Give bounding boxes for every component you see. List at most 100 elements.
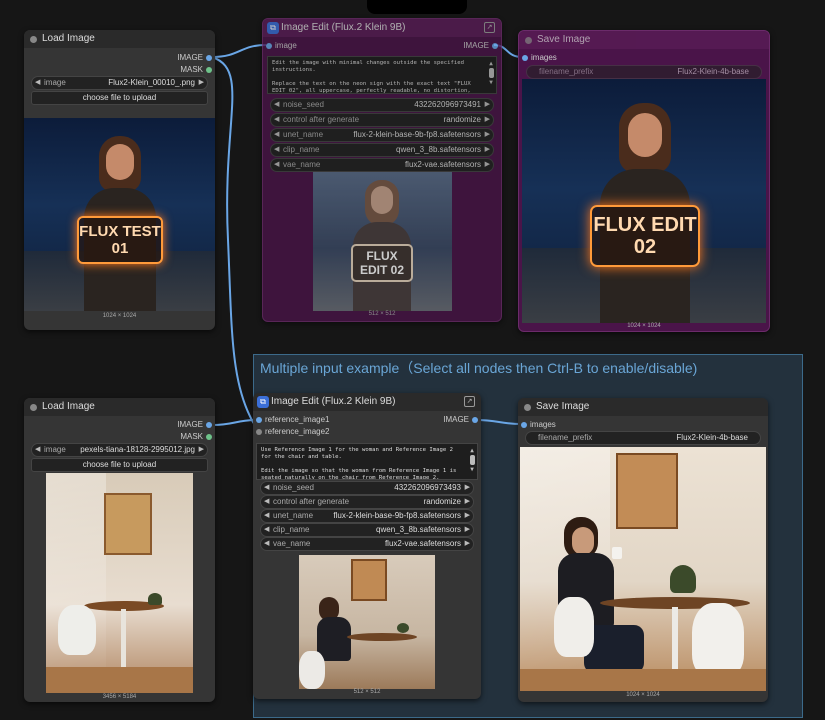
arrow-right-icon[interactable]: ▶ <box>485 114 490 126</box>
node-title[interactable]: Load Image <box>24 398 215 416</box>
upload-button[interactable]: choose file to upload <box>31 458 208 472</box>
output-port-mask[interactable]: MASK <box>24 431 215 443</box>
scroll-up-icon[interactable]: ▲ <box>469 447 475 454</box>
prompt-textarea[interactable]: Use Reference Image 1 for the woman and … <box>256 443 478 480</box>
input-port-reference-image1[interactable]: reference_image1 IMAGE <box>253 414 481 426</box>
scroll-up-icon[interactable]: ▲ <box>488 60 494 67</box>
arrow-left-icon[interactable]: ◀ <box>264 538 269 550</box>
widget-unet-name[interactable]: ◀ unet_name flux-2-klein-base-9b-fp8.safet… <box>270 128 494 142</box>
arrow-right-icon[interactable]: ▶ <box>485 129 490 141</box>
arrow-left-icon[interactable]: ◀ <box>35 77 40 89</box>
port-dot-icon[interactable] <box>472 417 478 423</box>
port-dot-icon[interactable] <box>522 55 528 61</box>
textarea-scrollbar[interactable]: ▲ ▼ <box>469 447 475 476</box>
widget-unet-name[interactable]: ◀ unet_name flux-2-klein-base-9b-fp8.safet… <box>260 509 474 523</box>
arrow-left-icon[interactable]: ◀ <box>274 129 279 141</box>
port-label: IMAGE <box>177 420 203 429</box>
node-title[interactable]: ⧉ Image Edit (Flux.2 Klein 9B) ↗ <box>253 393 481 411</box>
arrow-right-icon[interactable]: ▶ <box>485 144 490 156</box>
arrow-left-icon[interactable]: ◀ <box>274 159 279 171</box>
arrow-right-icon[interactable]: ▶ <box>199 444 204 456</box>
widget-vae-name[interactable]: ◀ vae_name flux2-vae.safetensors ▶ <box>270 158 494 172</box>
image-combo-widget[interactable]: ◀ image pexels-tiana-18128-2995012.jpg ▶ <box>31 443 208 457</box>
node-load-image-bottom[interactable]: Load Image IMAGE MASK ◀ image pexels-tia… <box>24 398 215 702</box>
widget-label: filename_prefix <box>539 67 594 76</box>
textarea-scrollbar[interactable]: ▲ ▼ <box>488 60 494 90</box>
input-port-images[interactable]: images <box>518 419 768 431</box>
chair-shape <box>299 651 325 689</box>
widget-value: qwen_3_8b.safetensors <box>376 525 461 534</box>
port-dot-icon[interactable] <box>256 417 262 423</box>
upload-button[interactable]: choose file to upload <box>31 91 208 105</box>
arrow-left-icon[interactable]: ◀ <box>274 114 279 126</box>
port-dot-icon[interactable] <box>256 429 262 435</box>
widget-clip-name[interactable]: ◀ clip_name qwen_3_8b.safetensors ▶ <box>260 523 474 537</box>
node-image-edit-top[interactable]: ⧉ Image Edit (Flux.2 Klein 9B) ↗ image IMAG… <box>262 18 502 322</box>
widget-control-after-generate[interactable]: ◀ control after generate randomize ▶ <box>260 495 474 509</box>
prompt-text: Edit the image with minimal changes outs… <box>272 60 471 94</box>
arrow-right-icon[interactable]: ▶ <box>199 77 204 89</box>
arrow-left-icon[interactable]: ◀ <box>264 510 269 522</box>
image-dimensions: 3456 × 5184 <box>102 694 137 700</box>
widget-noise-seed[interactable]: ◀ noise_seed 432262096973491 ▶ <box>270 98 494 112</box>
output-port-image[interactable]: IMAGE <box>24 419 215 431</box>
chair-shape <box>554 597 594 657</box>
port-dot-icon[interactable] <box>266 43 272 49</box>
input-port-image[interactable]: image IMAGE <box>263 40 501 52</box>
arrow-left-icon[interactable]: ◀ <box>35 444 40 456</box>
port-dot-icon[interactable] <box>492 43 498 49</box>
arrow-right-icon[interactable]: ▶ <box>465 496 470 508</box>
port-dot-icon[interactable] <box>206 67 212 73</box>
input-port-reference-image2[interactable]: reference_image2 <box>253 426 481 438</box>
node-title[interactable]: ⧉ Image Edit (Flux.2 Klein 9B) ↗ <box>263 19 501 37</box>
node-save-image-bottom[interactable]: Save Image images filename_prefix Flux2-K… <box>518 398 768 702</box>
arrow-left-icon[interactable]: ◀ <box>264 482 269 494</box>
input-port-images[interactable]: images <box>519 52 769 64</box>
node-save-image-top[interactable]: Save Image images filename_prefix Flux2-K… <box>518 30 770 332</box>
node-title[interactable]: Save Image <box>518 398 768 416</box>
widget-filename-prefix[interactable]: filename_prefix Flux2-Klein-4b-base <box>525 431 761 445</box>
arrow-right-icon[interactable]: ▶ <box>485 99 490 111</box>
expand-icon[interactable]: ↗ <box>484 22 495 33</box>
scroll-down-icon[interactable]: ▼ <box>488 79 494 86</box>
node-title[interactable]: Load Image <box>24 30 215 48</box>
expand-icon[interactable]: ↗ <box>464 396 475 407</box>
port-dot-icon[interactable] <box>206 55 212 61</box>
node-image-edit-bottom[interactable]: ⧉ Image Edit (Flux.2 Klein 9B) ↗ reference… <box>253 393 481 699</box>
painting-shape <box>616 453 678 529</box>
scroll-thumb[interactable] <box>469 455 475 465</box>
widget-clip-name[interactable]: ◀ clip_name qwen_3_8b.safetensors ▶ <box>270 143 494 157</box>
arrow-left-icon[interactable]: ◀ <box>264 496 269 508</box>
workflow-canvas[interactable]: Multiple input example（Select all nodes … <box>0 0 825 720</box>
arrow-right-icon[interactable]: ▶ <box>485 159 490 171</box>
image-dimensions: 512 × 512 <box>368 311 396 317</box>
light-shape <box>46 473 106 693</box>
output-port-image[interactable]: IMAGE <box>24 52 215 64</box>
node-title[interactable]: Save Image <box>519 31 769 49</box>
widget-vae-name[interactable]: ◀ vae_name flux2-vae.safetensors ▶ <box>260 537 474 551</box>
image-combo-widget[interactable]: ◀ image Flux2-Klein_00010_.png ▶ <box>31 76 208 90</box>
widget-filename-prefix[interactable]: filename_prefix Flux2-Klein-4b-base <box>526 65 762 79</box>
arrow-left-icon[interactable]: ◀ <box>274 144 279 156</box>
node-load-image-top[interactable]: Load Image IMAGE MASK ◀ image Flux2-Klei… <box>24 30 215 330</box>
port-dot-icon[interactable] <box>206 422 212 428</box>
arrow-left-icon[interactable]: ◀ <box>264 524 269 536</box>
arrow-right-icon[interactable]: ▶ <box>465 510 470 522</box>
widget-noise-seed[interactable]: ◀ noise_seed 432262096973493 ▶ <box>260 481 474 495</box>
scroll-down-icon[interactable]: ▼ <box>469 466 475 473</box>
widget-label: filename_prefix <box>538 433 593 442</box>
arrow-right-icon[interactable]: ▶ <box>465 524 470 536</box>
node-title-label: Image Edit (Flux.2 Klein 9B) <box>271 396 396 407</box>
arrow-right-icon[interactable]: ▶ <box>465 482 470 494</box>
scroll-thumb[interactable] <box>488 68 494 78</box>
port-dot-icon[interactable] <box>521 422 527 428</box>
arrow-right-icon[interactable]: ▶ <box>465 538 470 550</box>
widget-label: control after generate <box>273 497 350 506</box>
port-dot-icon[interactable] <box>206 434 212 440</box>
image-preview: FLUX EDIT 02 <box>522 79 766 323</box>
arrow-left-icon[interactable]: ◀ <box>274 99 279 111</box>
output-port-mask[interactable]: MASK <box>24 64 215 76</box>
widget-control-after-generate[interactable]: ◀ control after generate randomize ▶ <box>270 113 494 127</box>
prompt-textarea[interactable]: Edit the image with minimal changes outs… <box>267 56 497 94</box>
widget-value: Flux2-Klein_00010_.png <box>108 78 195 87</box>
